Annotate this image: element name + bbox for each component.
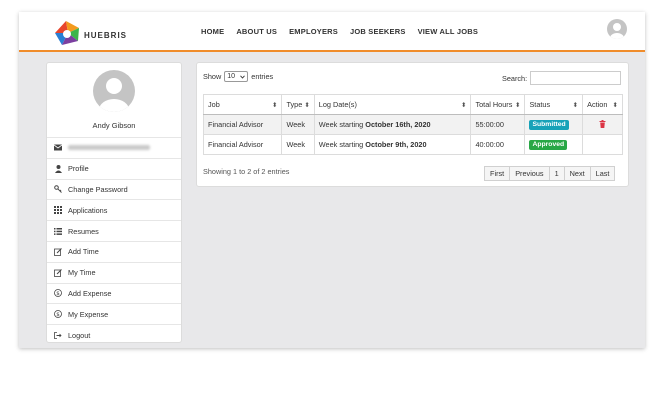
cell-type: Week: [281, 114, 315, 135]
sidebar-item-applications[interactable]: Applications: [47, 199, 181, 220]
pagination-last[interactable]: Last: [589, 166, 616, 181]
column-header-action[interactable]: Action ⬍: [582, 94, 623, 115]
sidebar-item-email[interactable]: [47, 137, 181, 158]
table-search: Search:: [502, 71, 622, 85]
sidebar-item-label: My Expense: [68, 309, 109, 319]
time-entries-panel: Show 10 entries Search: Job ⬍ Type ⬍ Log D…: [196, 62, 629, 187]
pagination-page-1[interactable]: 1: [548, 166, 565, 181]
column-header-total-hours[interactable]: Total Hours ⬍: [470, 94, 526, 115]
column-header-status[interactable]: Status ⬍: [524, 94, 584, 115]
user-icon: [54, 164, 62, 173]
entries-label: entries: [251, 72, 274, 81]
sidebar-item-add-time[interactable]: Add Time: [47, 240, 181, 262]
profile-avatar-icon: [93, 70, 135, 112]
search-label: Search:: [502, 73, 528, 83]
dollar-icon: $: [54, 310, 62, 318]
sort-icon: ⬍: [461, 101, 467, 109]
envelope-icon: [54, 144, 62, 152]
time-entries-table: Job ⬍ Type ⬍ Log Date(s) ⬍ Total Hours ⬍ Sta…: [202, 94, 623, 155]
sidebar-item-profile[interactable]: Profile: [47, 157, 181, 179]
nav-view-all-jobs[interactable]: VIEW ALL JOBS: [418, 27, 479, 36]
site-header: HUEBRIS HOME ABOUT US EMPLOYERS JOB SEEK…: [19, 12, 645, 52]
logout-icon: [54, 331, 62, 339]
cell-job: Financial Advisor: [202, 134, 283, 155]
pagination-first[interactable]: First: [484, 166, 511, 181]
column-header-type[interactable]: Type ⬍: [281, 94, 315, 115]
list-icon: [54, 227, 62, 235]
nav-job-seekers[interactable]: JOB SEEKERS: [350, 27, 406, 36]
sidebar-item-label: Profile: [68, 164, 89, 174]
table-header-row: Job ⬍ Type ⬍ Log Date(s) ⬍ Total Hours ⬍ Sta…: [202, 94, 623, 115]
edit-icon: [54, 248, 62, 256]
pagination-next[interactable]: Next: [563, 166, 591, 181]
table-row: Financial Advisor Week Week starting Oct…: [202, 114, 623, 135]
cell-job: Financial Advisor: [202, 114, 283, 135]
sidebar-item-label: My Time: [68, 268, 96, 278]
table-row: Financial Advisor Week Week starting Oct…: [202, 134, 623, 155]
column-header-log-dates[interactable]: Log Date(s) ⬍: [313, 94, 472, 115]
sidebar-item-label: Logout: [68, 330, 91, 340]
sort-icon: ⬍: [514, 101, 521, 109]
profile-name: Andy Gibson: [92, 121, 136, 130]
search-input[interactable]: [530, 71, 622, 85]
browser-frame: HUEBRIS HOME ABOUT US EMPLOYERS JOB SEEK…: [19, 12, 645, 348]
status-badge: Submitted: [529, 119, 569, 130]
sidebar-item-label: Add Expense: [68, 288, 112, 298]
nav-home[interactable]: HOME: [201, 27, 224, 36]
brand-name: HUEBRIS: [84, 31, 128, 40]
pagination-previous[interactable]: Previous: [509, 166, 550, 181]
dollar-icon: $: [54, 289, 62, 297]
nav-employers[interactable]: EMPLOYERS: [289, 27, 338, 36]
sidebar-item-resumes[interactable]: Resumes: [47, 220, 181, 241]
edit-icon: [54, 268, 62, 277]
cell-total-hours: 55:00:00: [470, 114, 526, 135]
sidebar-menu: Profile Change Password Applications Res…: [47, 137, 181, 345]
sort-icon: ⬍: [272, 101, 278, 109]
status-badge: Approved: [529, 139, 568, 150]
sort-icon: ⬍: [304, 101, 310, 109]
user-avatar-icon[interactable]: [607, 19, 627, 39]
sidebar-item-label: Resumes: [68, 226, 99, 236]
sidebar-item-my-time[interactable]: My Time: [47, 261, 181, 283]
pagination: First Previous 1 Next Last: [484, 166, 616, 181]
page-length-select[interactable]: 10: [224, 71, 249, 82]
cell-log-date: Week starting October 16th, 2020: [313, 114, 472, 135]
sidebar-item-label: Add Time: [68, 247, 99, 257]
cell-total-hours: 40:00:00: [470, 134, 526, 155]
page-length-control: Show 10 entries: [203, 71, 273, 82]
table-info: Showing 1 to 2 of 2 entries: [203, 167, 290, 176]
page-length-value: 10: [227, 73, 236, 80]
cell-action: [582, 114, 623, 135]
email-address-redacted: [68, 145, 150, 151]
cell-action: [582, 134, 623, 155]
show-label: Show: [203, 72, 222, 81]
sidebar-item-add-expense[interactable]: $ Add Expense: [47, 282, 181, 304]
sidebar-item-my-expense[interactable]: $ My Expense: [47, 303, 181, 324]
sidebar-item-label: Change Password: [68, 184, 128, 194]
grid-icon: [54, 206, 62, 215]
cell-log-date: Week starting October 9th, 2020: [313, 134, 472, 155]
account-sidebar: Andy Gibson Profile Change Password Appl…: [46, 62, 182, 343]
cell-status: Submitted: [524, 114, 584, 135]
trash-icon[interactable]: [599, 119, 606, 130]
sidebar-item-label: Applications: [68, 205, 108, 215]
column-header-job[interactable]: Job ⬍: [202, 94, 283, 115]
svg-text:$: $: [56, 312, 60, 318]
cell-type: Week: [281, 134, 315, 155]
sidebar-item-change-password[interactable]: Change Password: [47, 178, 181, 200]
sort-icon: ⬍: [572, 101, 579, 109]
cell-status: Approved: [524, 134, 584, 155]
chevron-down-icon: [240, 74, 246, 79]
key-icon: [54, 185, 62, 194]
svg-text:$: $: [56, 291, 60, 297]
main-nav: HOME ABOUT US EMPLOYERS JOB SEEKERS VIEW…: [201, 27, 478, 36]
sidebar-item-logout[interactable]: Logout: [47, 324, 181, 345]
nav-about-us[interactable]: ABOUT US: [236, 27, 277, 36]
sort-icon: ⬍: [612, 101, 618, 109]
